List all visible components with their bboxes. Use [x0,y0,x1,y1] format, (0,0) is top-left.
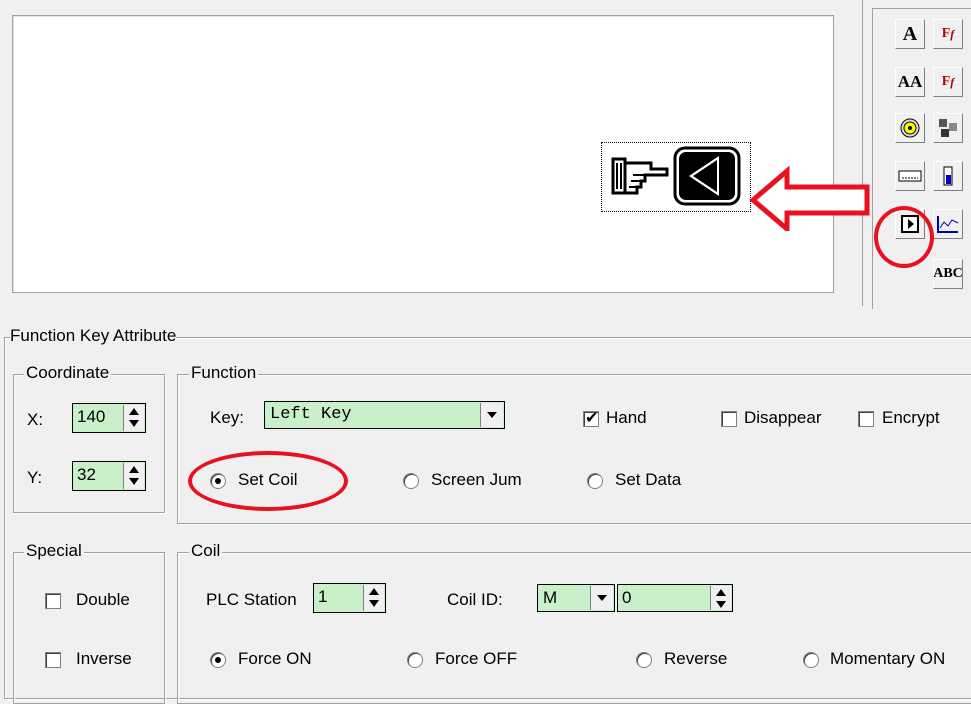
left-key-icon [673,146,741,206]
font-format-icon[interactable]: Ff [933,19,963,49]
encrypt-label: Encrypt [882,408,940,427]
dynamic-text-glyph: AA [897,72,923,91]
plc-station-spinner[interactable]: 1 [313,583,386,613]
coil-legend: Coil [189,541,223,560]
screen-jump-radio[interactable] [403,473,419,489]
text-icon[interactable]: A [895,19,925,49]
encrypt-checkbox[interactable] [858,411,874,427]
coordinate-group [13,374,165,513]
coil-type-select[interactable]: M [537,584,615,612]
font-format-2-glyph: F [941,74,951,89]
bar-graph-glyph [943,166,953,186]
momentary-on-radio[interactable] [803,652,819,668]
disappear-label: Disappear [744,408,822,427]
function-legend: Function [189,363,259,382]
hand-checkbox[interactable] [583,408,599,427]
disappear-checkbox[interactable] [721,411,737,427]
force-off-label: Force OFF [435,649,518,668]
plc-station-value: 1 [318,587,328,606]
key-select[interactable]: Left Key [264,401,505,429]
screen-jump-label: Screen Jum [431,470,522,489]
y-label: Y: [27,468,43,487]
coil-number-spin-buttons[interactable] [710,586,731,610]
bar-graph-icon[interactable] [933,161,963,191]
ascii-input-icon[interactable]: ABC [933,259,963,289]
trend-graph-icon[interactable] [933,209,963,239]
multi-state-icon[interactable] [933,113,963,143]
ascii-input-glyph: ABC [933,266,963,281]
annotation-circle-set-coil [188,451,348,511]
x-label: X: [27,410,44,429]
multi-state-glyph [939,119,957,137]
reverse-radio[interactable] [636,652,652,668]
special-legend: Special [24,541,84,560]
double-checkbox[interactable] [45,593,61,609]
set-data-radio[interactable] [587,473,603,489]
chevron-down-icon[interactable] [480,403,503,427]
font-format-2-icon[interactable]: Ff [933,67,963,97]
annotation-arrow [749,165,870,231]
x-coordinate-value: 140 [77,407,106,426]
force-on-radio[interactable] [210,652,226,668]
x-spin-buttons[interactable] [123,405,144,431]
y-coordinate-value: 32 [77,465,96,484]
x-coordinate-spinner[interactable]: 140 [72,403,146,433]
preview-panel [0,0,870,306]
coil-number-spinner[interactable]: 0 [617,584,733,612]
hand-label: Hand [606,408,647,427]
coil-type-value: M [543,588,558,607]
plc-station-label: PLC Station [206,590,297,609]
coil-type-chevron-down-icon[interactable] [590,586,613,610]
coil-number-value: 0 [622,588,632,607]
font-format-glyph: F [941,26,951,41]
inverse-label: Inverse [76,649,132,668]
force-on-label: Force ON [238,649,312,668]
screen-canvas[interactable] [12,15,834,293]
trend-graph-glyph [937,216,959,233]
coordinate-legend: Coordinate [24,363,112,382]
hand-pointer-icon [611,157,669,195]
annotation-circle-toolbar [874,206,934,268]
text-icon-glyph: A [902,22,918,45]
momentary-on-label: Momentary ON [830,649,946,668]
plc-station-spin-buttons[interactable] [363,585,384,611]
lamp-icon[interactable] [895,113,925,143]
inverse-checkbox[interactable] [45,652,61,668]
key-label: Key: [210,408,245,427]
y-spin-buttons[interactable] [123,463,144,489]
numeric-display-icon[interactable] [895,161,925,191]
set-data-label: Set Data [615,470,682,489]
tool-palette: A Ff AA Ff ABC [872,8,971,309]
attribute-title: Function Key Attribute [10,326,177,345]
y-coordinate-spinner[interactable]: 32 [72,461,146,491]
double-label: Double [76,590,130,609]
key-select-value: Left Key [270,405,352,424]
lamp-glyph [900,118,920,138]
coil-group [177,552,971,704]
reverse-label: Reverse [664,649,728,668]
special-group [13,552,165,704]
function-key-widget[interactable] [601,142,751,212]
numeric-display-glyph [898,170,922,182]
force-off-radio[interactable] [407,652,423,668]
coil-id-label: Coil ID: [447,590,503,609]
dynamic-text-icon[interactable]: AA [895,67,925,97]
